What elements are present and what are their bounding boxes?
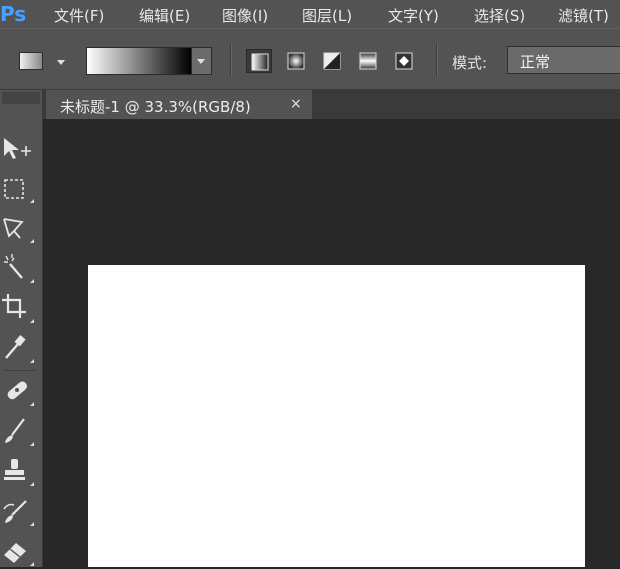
document-canvas[interactable]	[88, 265, 585, 567]
menu-select[interactable]: 选择(S)	[474, 5, 525, 26]
radial-gradient-button[interactable]	[283, 49, 309, 73]
history-brush-tool[interactable]	[0, 493, 36, 529]
reflected-gradient-icon	[359, 52, 377, 70]
menu-bar: Ps 文件(F) 编辑(E) 图像(I) 图层(L) 文字(Y) 选择(S) 滤…	[0, 0, 620, 28]
toolbox	[0, 90, 43, 567]
move-tool[interactable]	[0, 130, 36, 166]
gradient-picker[interactable]	[86, 47, 192, 75]
mode-select[interactable]: 正常	[507, 46, 620, 74]
chevron-down-icon	[197, 59, 205, 64]
gradient-dropdown-button[interactable]	[191, 47, 212, 75]
tool-flyout-corner	[30, 402, 34, 406]
document-tab-title: 未标题-1 @ 33.3%(RGB/8)	[60, 98, 251, 116]
menu-image[interactable]: 图像(I)	[222, 5, 268, 26]
menu-type[interactable]: 文字(Y)	[388, 5, 439, 26]
radial-gradient-icon	[287, 52, 305, 70]
tool-flyout-corner	[30, 279, 34, 283]
rectangular-marquee-tool[interactable]	[0, 170, 36, 206]
options-bar: 模式: 正常	[0, 28, 620, 90]
close-icon[interactable]: ×	[290, 96, 302, 112]
diamond-gradient-button[interactable]	[391, 49, 417, 73]
tool-flyout-corner	[30, 359, 34, 363]
linear-gradient-icon	[251, 53, 269, 71]
reflected-gradient-button[interactable]	[355, 49, 381, 73]
magic-wand-tool[interactable]	[0, 250, 36, 286]
crop-tool[interactable]	[0, 290, 36, 326]
separator	[230, 43, 232, 77]
healing-brush-tool[interactable]	[0, 373, 36, 409]
separator	[4, 370, 36, 371]
toolbox-grip[interactable]	[2, 92, 40, 104]
mode-label: 模式:	[452, 54, 488, 72]
tool-flyout-corner	[30, 522, 34, 526]
menu-file[interactable]: 文件(F)	[54, 5, 104, 26]
tool-flyout-corner	[30, 442, 34, 446]
tool-flyout-corner	[30, 239, 34, 243]
tool-flyout-corner	[30, 319, 34, 323]
mode-select-value: 正常	[520, 53, 551, 71]
move-tool-icon	[4, 138, 31, 159]
brush-tool[interactable]	[0, 413, 36, 449]
separator	[436, 43, 438, 77]
eyedropper-tool[interactable]	[0, 330, 36, 366]
document-tab-bar: 未标题-1 @ 33.3%(RGB/8) ×	[43, 90, 620, 119]
gradient-preset-icon[interactable]	[19, 52, 43, 70]
angle-gradient-button[interactable]	[319, 49, 345, 73]
diamond-gradient-icon	[395, 52, 413, 70]
tool-flyout-corner	[30, 199, 34, 203]
clone-stamp-tool[interactable]	[0, 453, 36, 489]
angle-gradient-icon	[323, 52, 341, 70]
linear-gradient-button[interactable]	[246, 49, 272, 73]
tool-flyout-corner	[30, 482, 34, 486]
lasso-tool[interactable]	[0, 210, 36, 246]
eraser-tool[interactable]	[0, 533, 36, 569]
tool-flyout-corner	[30, 562, 34, 566]
menu-filter[interactable]: 滤镜(T)	[558, 5, 609, 26]
preset-dropdown-arrow-icon[interactable]	[57, 60, 65, 65]
document-tab[interactable]: 未标题-1 @ 33.3%(RGB/8) ×	[46, 90, 312, 119]
menu-edit[interactable]: 编辑(E)	[139, 5, 190, 26]
app-logo: Ps	[0, 2, 27, 26]
menu-layer[interactable]: 图层(L)	[302, 5, 352, 26]
